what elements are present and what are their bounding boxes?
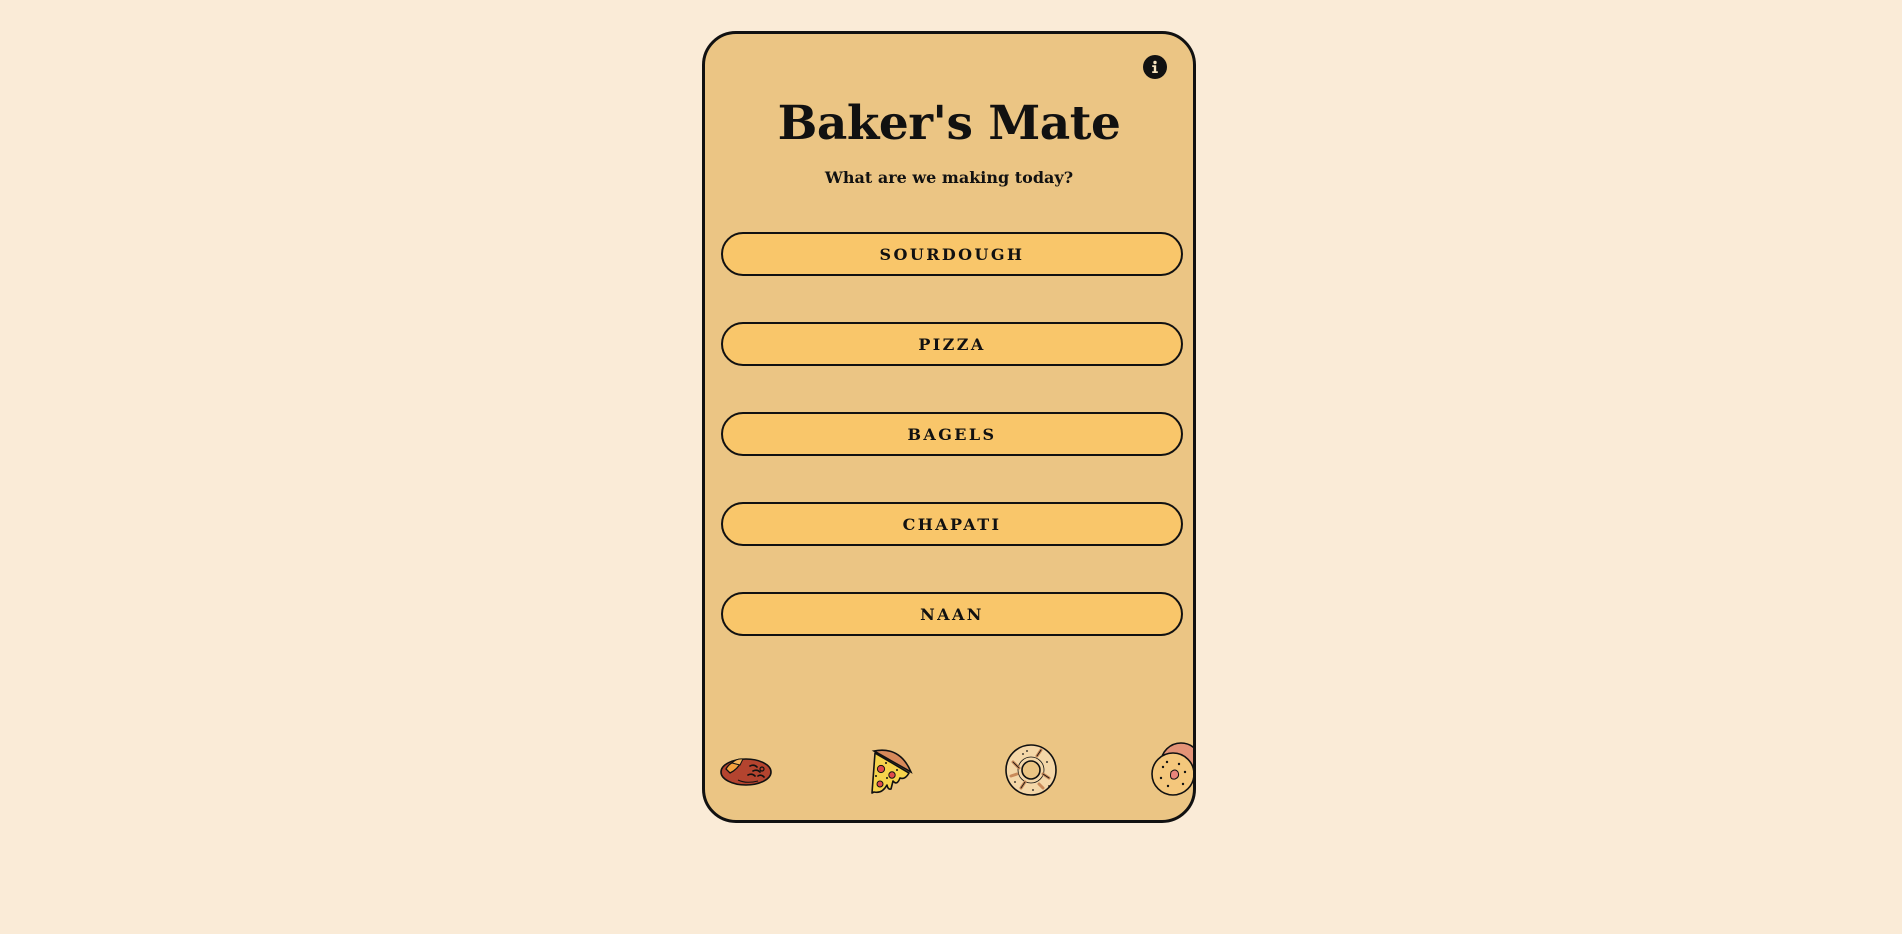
bagel-icon[interactable] — [1003, 742, 1059, 798]
naan-button[interactable]: NAAN — [721, 592, 1183, 636]
page-subtitle: What are we making today? — [824, 168, 1074, 187]
pizza-button[interactable]: PIZZA — [721, 322, 1183, 366]
info-button[interactable] — [1143, 55, 1167, 79]
info-icon — [1152, 60, 1158, 73]
bagels-button[interactable]: BAGELS — [721, 412, 1183, 456]
sourdough-loaf-icon[interactable] — [718, 742, 774, 798]
app-card: Baker's Mate What are we making today? S… — [702, 31, 1196, 823]
page-title: Baker's Mate — [777, 96, 1121, 151]
chapati-button[interactable]: CHAPATI — [721, 502, 1183, 546]
flatbread-icon[interactable] — [1147, 742, 1193, 798]
food-icons-row — [705, 742, 1193, 798]
recipe-menu: SOURDOUGH PIZZA BAGELS CHAPATI NAAN — [721, 232, 1183, 636]
sourdough-button[interactable]: SOURDOUGH — [721, 232, 1183, 276]
page: Baker's Mate What are we making today? S… — [0, 0, 1902, 934]
pizza-slice-icon[interactable] — [860, 742, 916, 798]
